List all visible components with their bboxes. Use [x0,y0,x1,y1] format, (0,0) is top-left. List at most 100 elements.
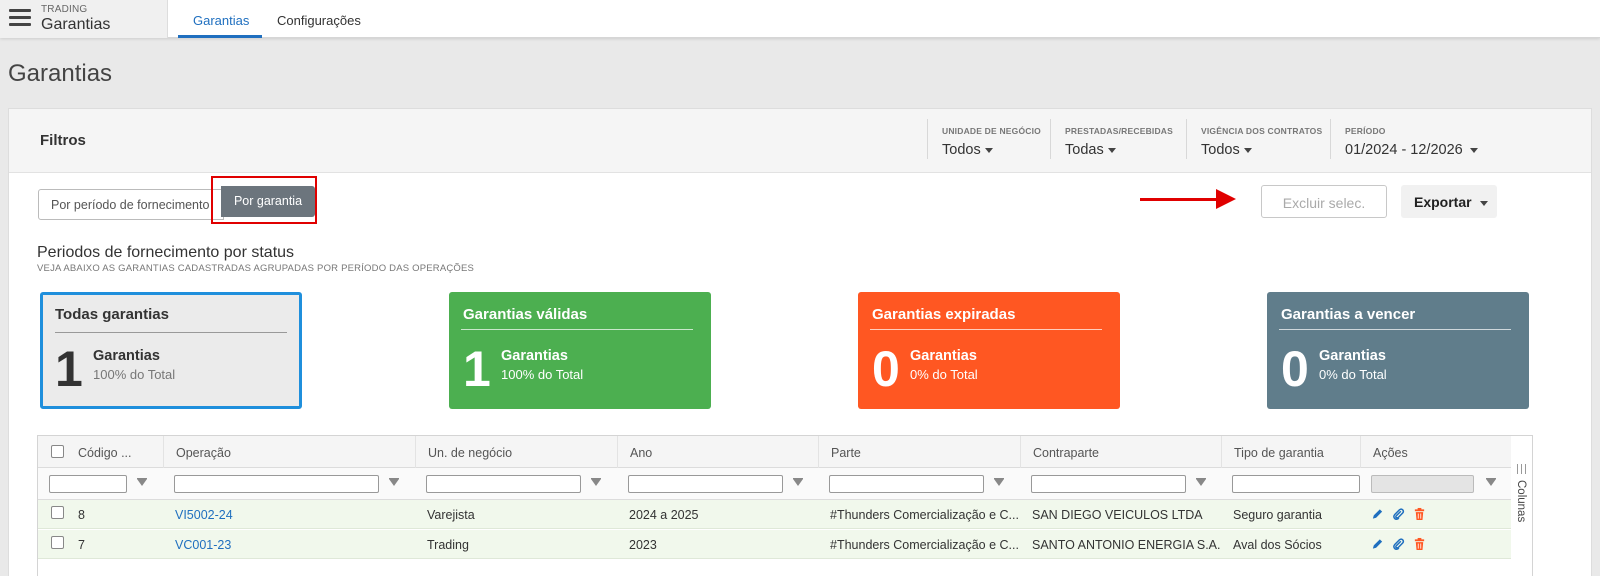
card-count: 1 [463,341,491,397]
filter-input-operacao[interactable] [174,475,379,493]
row-checkbox[interactable] [51,536,64,549]
highlight-box [211,176,317,224]
column-header-unidade[interactable]: Un. de negócio [415,436,617,468]
attachment-icon[interactable] [1392,507,1405,521]
column-header-parte[interactable]: Parte [818,436,1020,468]
delete-icon[interactable] [1413,537,1426,551]
column-header-operacao[interactable]: Operação [163,436,415,468]
filter-icon[interactable] [1196,478,1206,486]
filter-input-unidade[interactable] [426,475,581,493]
filter-periodo-label: PERÍODO [1345,126,1386,136]
edit-icon[interactable] [1371,537,1384,551]
guarantees-grid: Código ... Operação Un. de negócio Ano P… [37,435,1512,576]
column-header-ano[interactable]: Ano [617,436,819,468]
main-panel: Filtros UNIDADE DE NEGÓCIO Todos PRESTAD… [8,108,1592,576]
filter-vigencia[interactable]: VIGÊNCIA DOS CONTRATOS Todos [1186,119,1322,159]
filter-input-contraparte[interactable] [1031,475,1186,493]
filter-icon[interactable] [591,478,601,486]
cell-ano: 2024 a 2025 [629,508,699,522]
section-title: Periodos de fornecimento por status [37,244,295,261]
cell-codigo: 7 [78,538,85,552]
cell-operacao-link[interactable]: VI5002-24 [175,508,233,522]
card-divider [1279,329,1511,330]
filter-icon[interactable] [793,478,803,486]
filter-prestadas-value: Todas [1065,142,1104,158]
filter-input-acoes [1371,475,1474,493]
card-label: Garantias [501,348,568,364]
card-todas-garantias[interactable]: Todas garantias 1 Garantias 100% do Tota… [40,292,302,409]
caret-down-icon [1479,200,1488,206]
attachment-icon[interactable] [1392,537,1405,551]
cell-unidade: Trading [427,538,469,552]
filter-icon[interactable] [1486,478,1496,486]
cell-parte: #Thunders Comercialização e C... [830,508,1019,522]
card-divider [55,332,287,333]
caret-down-icon [1469,147,1478,153]
table-row[interactable]: 7 VC001-23 Trading 2023 #Thunders Comerc… [38,530,1511,559]
filter-prestadas[interactable]: PRESTADAS/RECEBIDAS Todas [1050,119,1173,159]
filter-unidade-select[interactable]: Todos [942,142,1041,158]
grid-header: Código ... Operação Un. de negócio Ano P… [38,436,1511,468]
cell-contraparte: SANTO ANTONIO ENERGIA S.A. [1032,538,1221,552]
filter-prestadas-select[interactable]: Todas [1065,142,1173,158]
edit-icon[interactable] [1371,507,1384,521]
export-button-label: Exportar [1414,194,1472,210]
row-checkbox[interactable] [51,506,64,519]
menu-icon[interactable] [9,9,31,27]
filter-periodo[interactable]: PERÍODO 01/2024 - 12/2026 [1330,119,1478,159]
caret-down-icon [984,147,993,153]
card-label: Garantias [1319,348,1386,364]
filter-icon[interactable] [137,478,147,486]
card-count: 1 [55,341,83,397]
tab-garantias[interactable]: Garantias [193,13,249,28]
filters-title: Filtros [40,132,86,149]
columns-panel-label[interactable]: Colunas [1515,480,1527,522]
filter-icon[interactable] [389,478,399,486]
arrow-annotation [1140,198,1222,201]
table-row[interactable]: 8 VI5002-24 Varejista 2024 a 2025 #Thund… [38,500,1511,529]
active-tab-indicator [178,35,262,38]
filter-input-tipo[interactable] [1232,475,1360,493]
cell-ano: 2023 [629,538,657,552]
columns-side-panel[interactable]: Colunas [1511,435,1533,576]
card-percent: 100% do Total [93,367,176,382]
card-garantias-validas[interactable]: Garantias válidas 1 Garantias 100% do To… [449,292,711,409]
select-all-checkbox[interactable] [51,445,64,458]
card-count: 0 [1281,341,1309,397]
filter-input-ano[interactable] [628,475,783,493]
column-header-contraparte[interactable]: Contraparte [1020,436,1222,468]
app-title: Garantias [41,16,111,33]
card-title: Garantias expiradas [872,306,1016,323]
card-percent: 0% do Total [910,367,978,382]
card-garantias-a-vencer[interactable]: Garantias a vencer 0 Garantias 0% do Tot… [1267,292,1529,409]
filter-input-parte[interactable] [829,475,984,493]
cell-contraparte: SAN DIEGO VEICULOS LTDA [1032,508,1203,522]
filter-unidade-value: Todos [942,142,981,158]
card-count: 0 [872,341,900,397]
card-divider [870,329,1102,330]
filter-unidade[interactable]: UNIDADE DE NEGÓCIO Todos [927,119,1041,159]
card-divider [461,329,693,330]
filter-input-codigo[interactable] [49,475,127,493]
delete-selected-button[interactable]: Excluir selec. [1261,185,1387,218]
filters-bar: Filtros UNIDADE DE NEGÓCIO Todos PRESTAD… [9,109,1591,173]
toggle-por-periodo[interactable]: Por período de fornecimento [38,189,224,220]
filter-periodo-select[interactable]: 01/2024 - 12/2026 [1345,142,1478,158]
filter-icon[interactable] [994,478,1004,486]
tab-configuracoes[interactable]: Configurações [277,13,361,28]
filter-vigencia-select[interactable]: Todos [1201,142,1322,158]
delete-icon[interactable] [1413,507,1426,521]
section-subtitle: VEJA ABAIXO AS GARANTIAS CADASTRADAS AGR… [37,263,475,274]
filter-periodo-value: 01/2024 - 12/2026 [1345,142,1463,158]
columns-grip-icon [1517,464,1526,474]
column-header-tipo[interactable]: Tipo de garantia [1221,436,1361,468]
export-button[interactable]: Exportar [1401,185,1497,218]
cell-operacao-link[interactable]: VC001-23 [175,538,231,552]
page-title: Garantias [8,60,113,87]
top-bar: TRADING Garantias Garantias Configuraçõe… [0,0,1600,38]
arrow-head-icon [1216,189,1236,209]
card-garantias-expiradas[interactable]: Garantias expiradas 0 Garantias 0% do To… [858,292,1120,409]
card-title: Todas garantias [55,306,169,323]
filter-vigencia-value: Todos [1201,142,1240,158]
filter-vigencia-label: VIGÊNCIA DOS CONTRATOS [1201,126,1323,136]
